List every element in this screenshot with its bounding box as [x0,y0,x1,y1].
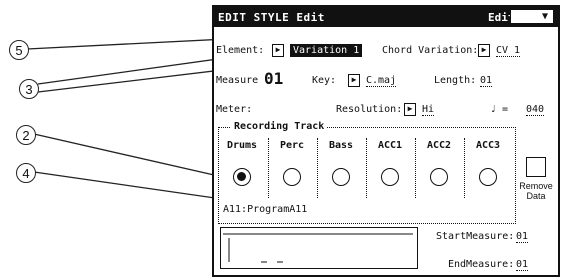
resolution-select-button[interactable]: ▶ [404,103,416,116]
chord-variation-value[interactable]: CV 1 [496,45,521,57]
meter-label: Meter: [216,104,253,115]
track-acc3: ACC3 [464,138,511,198]
tempo-symbol: ♩ = [490,104,509,115]
track-label: ACC3 [475,140,501,151]
recording-track-group: Recording Track Drums Perc Bass ACC1 ACC2 ACC… [218,121,516,224]
length-label: Length: [434,75,477,86]
track-label: ACC1 [377,140,403,151]
page-menu-button[interactable]: ▼ [510,9,554,24]
callout-4: 4 [16,163,36,183]
start-measure-label: StartMeasure: [436,231,515,242]
track-label: Drums [226,140,258,151]
measure-label: Measure [216,75,259,86]
resolution-label: Resolution: [336,104,403,115]
track-drums: Drums [219,138,265,198]
track-label: Perc [279,140,305,151]
track-radio-bass[interactable] [332,168,350,186]
track-radio-acc1[interactable] [381,168,399,186]
callout-3: 3 [19,79,39,99]
callout-5: 5 [9,40,29,60]
edit-style-screen: EDIT STYLE Edit Edit ▼ Element: ▶ Variat… [212,5,560,277]
tempo-value[interactable]: 040 [526,104,545,116]
end-measure-value[interactable]: 01 [516,259,529,271]
start-measure-value[interactable]: 01 [516,231,529,243]
track-perc: Perc [268,138,315,198]
element-value[interactable]: Variation 1 [290,44,363,57]
key-label: Key: [312,75,337,86]
recording-track-title: Recording Track [231,121,328,132]
track-acc2: ACC2 [415,138,462,198]
end-measure-label: EndMeasure: [448,259,515,270]
program-name: A11:ProgramA11 [223,204,308,215]
track-acc1: ACC1 [366,138,413,198]
key-value[interactable]: C.maj [366,75,397,87]
measure-graph-area [220,227,418,269]
element-select-button[interactable]: ▶ [272,44,284,57]
remove-data-label-1: Remove [519,181,553,191]
key-select-button[interactable]: ▶ [348,74,360,87]
remove-data-button[interactable]: Remove Data [516,157,556,201]
chord-variation-select-button[interactable]: ▶ [478,44,490,57]
remove-data-label-2: Data [526,191,546,201]
resolution-value[interactable]: Hi [422,104,435,116]
track-label: ACC2 [426,140,452,151]
track-label: Bass [328,140,354,151]
remove-data-checkbox[interactable] [526,157,546,177]
window-title: EDIT STYLE Edit [218,11,325,24]
track-radio-drums[interactable] [233,168,251,186]
measure-graph [223,233,413,263]
callout-2: 2 [16,125,36,145]
track-radio-acc2[interactable] [430,168,448,186]
title-bar: EDIT STYLE Edit Edit ▼ [214,7,558,27]
measure-value[interactable]: 01 [264,69,283,88]
element-label: Element: [216,45,265,56]
length-value[interactable]: 01 [480,75,493,87]
track-bass: Bass [317,138,364,198]
track-radio-perc[interactable] [283,168,301,186]
chord-variation-label: Chord Variation: [382,45,479,56]
track-radio-acc3[interactable] [479,168,497,186]
